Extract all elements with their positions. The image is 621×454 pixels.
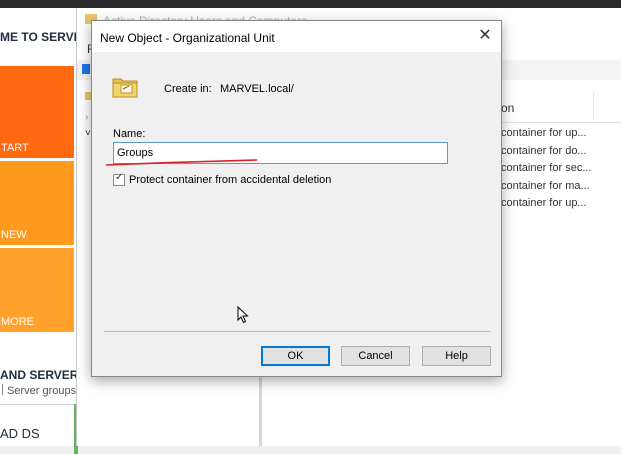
name-label: Name: <box>113 128 146 140</box>
dialog-titlebar[interactable]: New Object - Organizational Unit ✕ <box>92 21 501 52</box>
tree-expand-icon[interactable]: › <box>85 112 88 123</box>
create-in-label: Create in: <box>164 83 212 95</box>
roles-section-title: AND SERVER <box>0 368 79 382</box>
dialog-separator <box>104 331 490 332</box>
divider[interactable] <box>593 92 594 120</box>
server-groups-caption: Server groups <box>2 384 76 397</box>
server-groups-label: Server groups <box>7 385 77 397</box>
list-item[interactable]: container for sec... <box>501 162 592 180</box>
ad-ds-role-label[interactable]: AD DS <box>0 426 40 441</box>
organizational-unit-icon <box>112 78 138 98</box>
list-item[interactable]: container for ma... <box>501 180 592 198</box>
welcome-heading: ME TO SERVE <box>0 30 82 44</box>
learn-more-tile[interactable]: MORE <box>0 248 74 332</box>
tree-collapse-icon[interactable]: ˅ <box>85 128 91 139</box>
whats-new-tile-label: NEW <box>1 229 27 241</box>
new-ou-dialog: New Object - Organizational Unit ✕ Creat… <box>91 20 502 377</box>
create-in-value: MARVEL.local/ <box>220 83 294 95</box>
description-list: container for up... container for do... … <box>501 127 592 215</box>
whats-new-tile[interactable]: NEW <box>0 161 74 245</box>
cancel-button[interactable]: Cancel <box>341 346 410 366</box>
column-header-description[interactable]: on <box>501 101 514 115</box>
learn-more-tile-label: MORE <box>1 316 34 328</box>
list-item[interactable]: container for do... <box>501 145 592 163</box>
mouse-pointer-icon <box>237 306 249 324</box>
quick-start-tile[interactable]: TART <box>0 66 74 158</box>
dialog-title: New Object - Organizational Unit <box>100 31 275 45</box>
top-bar <box>0 0 621 8</box>
quick-start-tile-label: TART <box>1 142 29 154</box>
close-icon[interactable]: ✕ <box>474 25 496 47</box>
protect-container-option[interactable]: Protect container from accidental deleti… <box>113 172 332 186</box>
divider <box>2 384 3 395</box>
back-arrow-icon[interactable] <box>82 64 90 74</box>
help-button[interactable]: Help <box>422 346 491 366</box>
divider <box>0 404 78 405</box>
list-item[interactable]: container for up... <box>501 197 592 215</box>
protect-container-label: Protect container from accidental deleti… <box>129 174 332 186</box>
protect-container-checkbox[interactable] <box>113 172 125 186</box>
red-underline-annotation <box>105 159 258 166</box>
ok-button[interactable]: OK <box>261 346 330 366</box>
server-manager-panel: ME TO SERVE TART NEW MORE AND SERVER Ser… <box>0 8 82 454</box>
list-item[interactable]: container for up... <box>501 127 592 145</box>
